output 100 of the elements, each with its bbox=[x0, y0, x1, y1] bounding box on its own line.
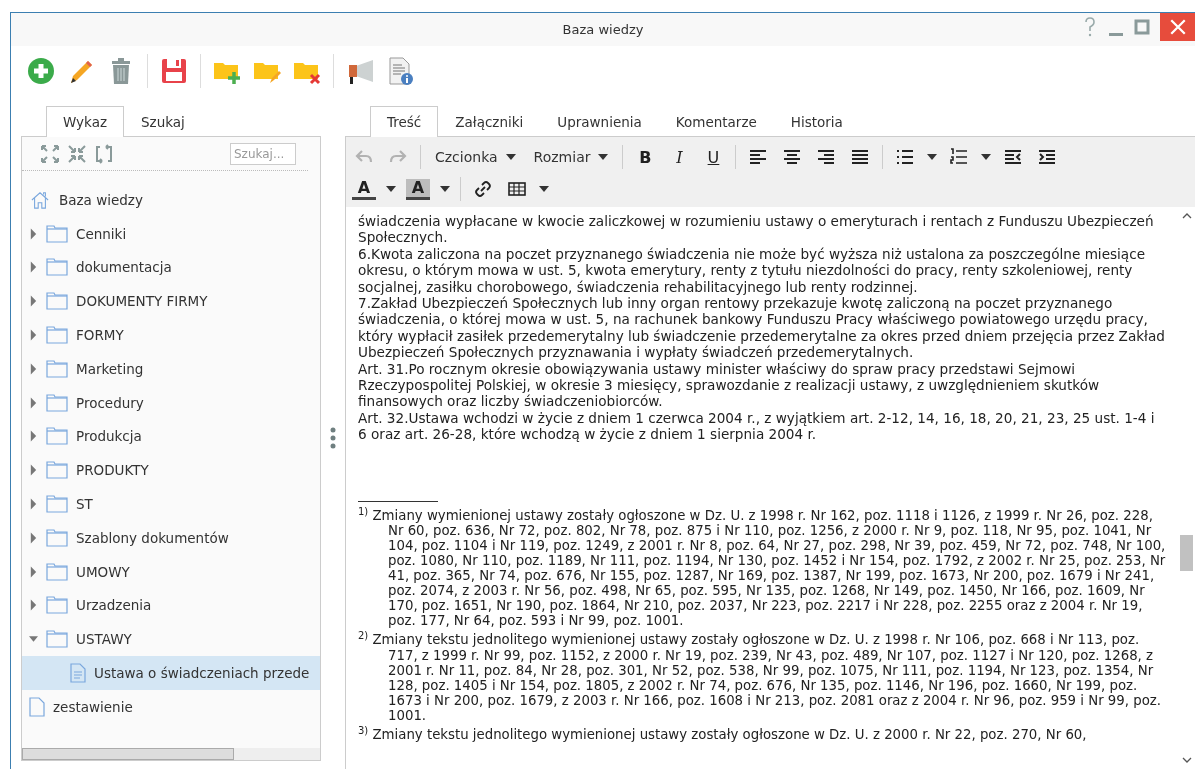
collapsed-arrow-icon[interactable] bbox=[29, 530, 38, 545]
tree-item[interactable]: PRODUKTY bbox=[22, 453, 320, 488]
tab[interactable]: Wykaz bbox=[46, 106, 125, 137]
collapsed-arrow-icon[interactable] bbox=[29, 429, 38, 444]
collapsed-arrow-icon[interactable] bbox=[29, 294, 38, 309]
help-icon[interactable] bbox=[1082, 16, 1098, 38]
scrollbar-thumb[interactable] bbox=[1180, 535, 1193, 572]
refresh-icon[interactable] bbox=[94, 144, 114, 164]
bold-button[interactable]: B bbox=[633, 147, 658, 167]
folder-icon bbox=[46, 528, 68, 547]
expand-icon[interactable] bbox=[40, 144, 60, 164]
tab[interactable]: Treść bbox=[370, 106, 439, 137]
tab[interactable]: Szukaj bbox=[124, 106, 202, 137]
tree-label: Produkcja bbox=[76, 428, 142, 445]
folder-icon bbox=[46, 630, 68, 649]
footnote: $^{2)}$ Zmiany tekstu jednolitego wymienionej ustawy zostały ogłoszone w Dz. U. z 1998 r. Nr 106, poz. 668 i Nr 113, poz. 717, z 1999 r. Nr 99, poz. 1152, z 2000 r. Nr 19, poz. 239, Nr 43, poz. 489, Nr 107, poz. 1127 i Nr 120, poz. 1268, z 2001 r. Nr 11, poz. 84, Nr 28, poz. 301, Nr 52, poz. 538, Nr 99, poz. 1075, Nr 111, poz. 1194, Nr 123, poz. 1354, Nr 128, poz. 1405 i Nr 154, poz. 1805, z 2002 r. Nr 74, poz. 676, Nr 135, poz. 1146, Nr 196, poz. 1660, Nr 199, poz. 1673 i Nr 200, poz. 1679, z 2003 r. Nr 166, poz. 1608 i Nr 213, poz. 2081 oraz z 2004 r. Nr 96, poz. 959 i Nr 99, poz. 1001. bbox=[358, 629, 1163, 723]
text-color-button[interactable]: A bbox=[352, 178, 376, 200]
collapsed-arrow-icon[interactable] bbox=[29, 598, 38, 613]
scroll-down-icon[interactable] bbox=[1181, 757, 1192, 763]
font-dropdown[interactable]: Czcionka bbox=[431, 149, 520, 165]
tree-item[interactable]: Baza wiedzy bbox=[22, 183, 320, 217]
tree-item[interactable]: Procedury bbox=[22, 385, 320, 420]
megaphone-icon[interactable] bbox=[346, 57, 374, 85]
tree-item[interactable]: zestawienie bbox=[22, 689, 320, 724]
tree-item[interactable]: Produkcja bbox=[22, 419, 320, 454]
splitter-handle-icon[interactable] bbox=[330, 426, 336, 449]
tree-item[interactable]: dokumentacja bbox=[22, 250, 320, 285]
highlight-color-button[interactable]: A bbox=[406, 178, 430, 200]
folder-icon bbox=[46, 292, 68, 311]
close-icon[interactable] bbox=[1168, 18, 1187, 36]
scrollbar-thumb[interactable] bbox=[22, 748, 234, 760]
paragraph: 6.Kwota zaliczona na poczet przyznanego świadczenia nie może być wyższa niż ustalona za poszczególne miesiące okresu, o którym mowa w ust. 5, kwota emerytury, renty z tytułu niezdolności do pracy, renty szkoleniowej, renty socjalnej, zasiłku chorobowego, świadczenia rehabilitacyjnego lub renty rodzinnej. bbox=[358, 245, 1147, 296]
scrollbar[interactable] bbox=[22, 748, 320, 760]
search-field[interactable]: Szukaj... bbox=[230, 143, 296, 165]
folder-icon bbox=[46, 562, 68, 581]
close-button[interactable] bbox=[1160, 13, 1195, 41]
tree-label: zestawienie bbox=[53, 698, 133, 715]
size-dropdown[interactable]: Rozmiar bbox=[529, 149, 613, 165]
tree-label: Szablony dokumentów bbox=[76, 529, 229, 546]
footnote: $^{1)}$ Zmiany wymienionej ustawy zostały ogłoszone w Dz. U. z 1998 r. Nr 162, poz. 1118 i 1126, z 1999 r. Nr 26, poz. 228, Nr 60, poz. 636, Nr 72, poz. 802, Nr 78, poz. 875 i Nr 110, poz. 1256, z 2000 r. Nr 9, poz. 118, Nr 95, poz. 1041, Nr 104, poz. 1104 i Nr 119, poz. 1249, z 2001 r. Nr 8, poz. 64, Nr 27, poz. 298, Nr 39, poz. 459, Nr 72, poz. 748, Nr 100, poz. 1080, Nr 110, poz. 1189, Nr 111, poz. 1194, Nr 130, poz. 1452 i Nr 154, poz. 1792, z 2002 r. Nr 25, poz. 253, Nr 41, poz. 365, Nr 74, poz. 676, Nr 155, poz. 1287, Nr 169, poz. 1387, Nr 199, poz. 1673, Nr 200, poz. 1679 i Nr 241, poz. 2074, z 2003 r. Nr 56, poz. 498, Nr 65, poz. 595, Nr 135, poz. 1268, Nr 149, poz. 1450, Nr 166, poz. 1609, Nr 170, poz. 1651, Nr 190, poz. 1864, Nr 210, poz. 2037, Nr 223, poz. 2217 i Nr 228, poz. 2255 oraz z 2004 r. Nr 19, poz. 177, Nr 64, poz. 593 i Nr 99, poz. 1001. bbox=[358, 504, 1166, 629]
add-icon[interactable] bbox=[27, 57, 55, 85]
collapsed-arrow-icon[interactable] bbox=[29, 497, 38, 512]
footnote: $^{3)}$ Zmiany tekstu jednolitego wymienionej ustawy zostały ogłoszone w Dz. U. z 2000 r. Nr 22, poz. 270, Nr 60, bbox=[358, 723, 1088, 742]
tree-label: Cenniki bbox=[76, 225, 127, 242]
caret-icon[interactable] bbox=[598, 154, 609, 160]
paragraph: 7.Zakład Ubezpieczeń Społecznych lub inny organ rentowy przekazuje kwotę zaliczoną na poczet przyznanego świadczenia, o której mowa w ust. 5, na rachunek bankowy Funduszu Pracy właściwego powiatowego urzędu pracy, który wypłacił zasiłek przedemerytalny lub świadczenie przedemerytalne za okres przed dniem przejęcia przez Zakład Ubezpieczeń Społecznych przyznawania i wypłaty świadczeń przedemerytalnych. bbox=[358, 295, 1166, 361]
tree-label: dokumentacja bbox=[76, 259, 172, 276]
collapsed-arrow-icon[interactable] bbox=[29, 260, 38, 275]
tree-item[interactable]: ST bbox=[22, 487, 320, 521]
tree-item[interactable]: Marketing bbox=[22, 352, 320, 386]
caret-icon[interactable] bbox=[505, 154, 516, 160]
collapsed-arrow-icon[interactable] bbox=[29, 361, 38, 376]
tree-label: Baza wiedzy bbox=[59, 191, 143, 208]
tab[interactable]: Uprawnienia bbox=[540, 106, 659, 137]
folder-icon bbox=[46, 393, 68, 412]
collapsed-arrow-icon[interactable] bbox=[29, 226, 38, 241]
folder-icon bbox=[46, 596, 68, 615]
paragraph: Art. 31.Po rocznym okresie obowiązywania ustawy minister właściwy do spraw pracy przedstawi Sejmowi Rzeczypospolitej Polskiej, w okresie 3 miesięcy, sprawozdanie z realizacji ustawy, z uwzględnieniem skutków finansowych oraz liczby świadczeniobiorców. bbox=[358, 360, 1101, 410]
document-info-icon[interactable] bbox=[386, 57, 414, 85]
folder-icon bbox=[46, 427, 68, 446]
folder-icon bbox=[46, 461, 68, 480]
save-icon[interactable] bbox=[160, 57, 188, 85]
tab[interactable]: Komentarze bbox=[658, 106, 774, 137]
caret-icon[interactable] bbox=[927, 154, 938, 160]
scroll-up-icon[interactable] bbox=[1181, 213, 1192, 219]
paragraph: świadczenia wypłacane w kwocie zaliczkowej w rozumieniu ustawy o emeryturach i rentach z Funduszu Ubezpieczeń Społecznych. bbox=[358, 213, 1155, 246]
collapsed-arrow-icon[interactable] bbox=[29, 328, 38, 343]
folder-icon bbox=[46, 326, 68, 345]
tree-label: UMOWY bbox=[76, 563, 130, 580]
tree-item[interactable]: USTAWY bbox=[22, 622, 320, 657]
tree-label: Ustawa o świadczeniach przede bbox=[94, 665, 310, 682]
table-icon[interactable] bbox=[505, 179, 529, 199]
collapsed-arrow-icon[interactable] bbox=[29, 463, 38, 478]
tree-label: PRODUKTY bbox=[76, 462, 149, 479]
tree-item[interactable]: Szablony dokumentów bbox=[22, 520, 320, 555]
tree-item[interactable]: FORMY bbox=[22, 318, 320, 352]
file-icon bbox=[29, 696, 45, 717]
folder-icon bbox=[46, 224, 68, 243]
collapsed-arrow-icon[interactable] bbox=[29, 564, 38, 579]
window-title: Baza wiedzy bbox=[562, 22, 644, 37]
collapsed-arrow-icon[interactable] bbox=[29, 395, 38, 410]
document-icon bbox=[70, 663, 86, 684]
tree-item[interactable]: UMOWY bbox=[22, 554, 320, 589]
tree-item[interactable]: Ustawa o świadczeniach przede bbox=[22, 656, 320, 690]
tree-item[interactable]: Urzadzenia bbox=[22, 588, 320, 623]
tab[interactable]: Załączniki bbox=[438, 106, 541, 137]
tree-label: ST bbox=[76, 496, 93, 513]
tree-label: DOKUMENTY FIRMY bbox=[76, 293, 208, 310]
collapse-icon[interactable] bbox=[67, 144, 87, 164]
italic-button[interactable]: I bbox=[667, 147, 692, 167]
underline-button[interactable]: U bbox=[701, 147, 726, 167]
tab[interactable]: Historia bbox=[773, 106, 860, 137]
caret-icon[interactable] bbox=[981, 154, 992, 160]
tree-item[interactable]: Cenniki bbox=[22, 216, 320, 251]
caret-icon[interactable] bbox=[539, 186, 549, 192]
caret-icon[interactable] bbox=[386, 186, 396, 192]
tree-item[interactable]: DOKUMENTY FIRMY bbox=[22, 284, 320, 319]
home-icon bbox=[29, 190, 51, 209]
caret-icon[interactable] bbox=[440, 186, 450, 192]
folder-icon bbox=[46, 359, 68, 378]
